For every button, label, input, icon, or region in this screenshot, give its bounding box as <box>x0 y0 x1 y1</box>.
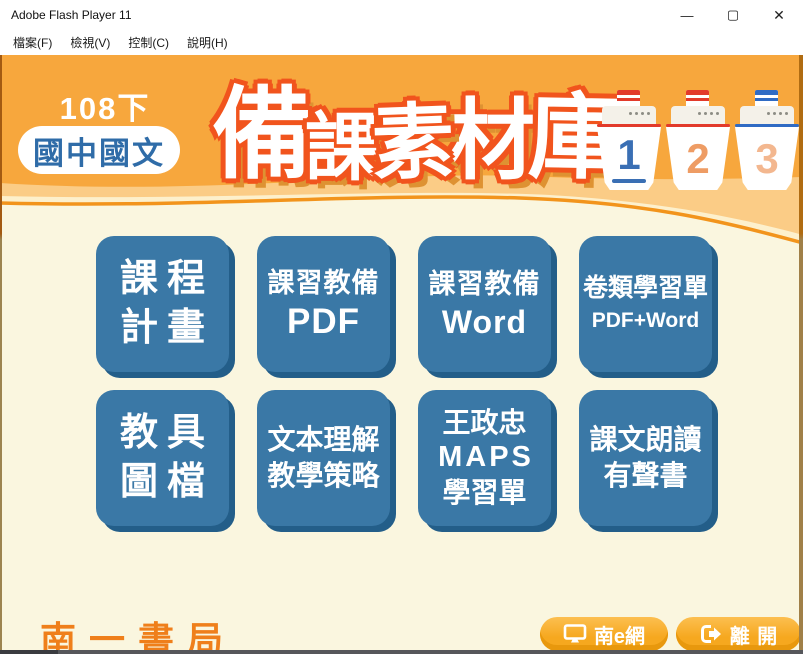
button-audio-book[interactable]: 課文朗讀 有聲書 <box>579 390 712 526</box>
taskbar-sliver <box>0 650 58 654</box>
flash-player-window: Adobe Flash Player 11 — ▢ ✕ 檔案(F) 檢視(V) … <box>0 0 803 654</box>
maximize-button[interactable]: ▢ <box>710 0 756 30</box>
subject-badge: 國中國文 <box>18 126 180 174</box>
button-label: Word <box>442 302 527 342</box>
volume-number: 3 <box>755 138 778 180</box>
menu-help[interactable]: 說明(H) <box>178 31 237 54</box>
menu-file[interactable]: 檔案(F) <box>4 31 61 54</box>
button-text-comprehension[interactable]: 文本理解 教學策略 <box>257 390 390 526</box>
button-label: 課文朗讀 <box>589 422 701 458</box>
button-label: MAPS <box>435 441 534 474</box>
boat-funnel-icon <box>617 90 640 107</box>
button-course-plan[interactable]: 課程 計畫 <box>96 236 229 372</box>
boat-hull: 3 <box>735 127 799 190</box>
button-label: PDF+Word <box>592 305 700 337</box>
window-title: Adobe Flash Player 11 <box>0 8 132 22</box>
boat-funnel-icon <box>686 90 709 107</box>
menu-bar: 檔案(F) 檢視(V) 控制(C) 說明(H) <box>0 30 803 55</box>
boat-stripe <box>735 124 799 127</box>
right-edge-strip <box>799 55 803 650</box>
menu-control[interactable]: 控制(C) <box>119 31 178 54</box>
button-label: 卷類學習單 <box>583 272 708 305</box>
button-label: 教具 <box>111 409 214 458</box>
boat-hull: 2 <box>666 127 730 190</box>
button-label: 計畫 <box>111 304 214 353</box>
monitor-icon <box>563 624 587 644</box>
title-char: 課 <box>305 111 372 185</box>
exit-arrow-icon <box>699 624 723 644</box>
button-label: PDF <box>287 301 360 343</box>
button-exam-worksheets[interactable]: 卷類學習單 PDF+Word <box>579 236 712 372</box>
boat-hull: 1 <box>597 127 661 190</box>
volume-tab-3[interactable]: 3 <box>735 90 799 190</box>
boat-stripe <box>597 124 661 127</box>
close-button[interactable]: ✕ <box>756 0 802 30</box>
nan-e-web-button[interactable]: 南e網 <box>540 617 668 650</box>
button-label: 課程 <box>111 255 214 304</box>
button-label: 課習教備 <box>429 266 541 302</box>
selected-underline <box>612 179 646 183</box>
bottom-window-edge <box>0 650 803 654</box>
boat-cabin-icon <box>602 106 656 124</box>
volume-number: 1 <box>617 134 640 176</box>
title-char: 材 <box>447 97 528 185</box>
button-workbook-pdf[interactable]: 課習教備 PDF <box>257 236 390 372</box>
title-char: 備 <box>212 85 305 185</box>
app-title: 備 課 素 材 庫 <box>212 63 615 185</box>
title-char: 素 <box>371 102 449 187</box>
volume-tab-1[interactable]: 1 <box>597 90 661 190</box>
button-label: 課習教備 <box>268 265 380 301</box>
boat-cabin-icon <box>740 106 794 124</box>
menu-view[interactable]: 檢視(V) <box>61 31 119 54</box>
button-label: 學習單 <box>442 475 526 511</box>
button-label: 王政忠 <box>442 405 526 441</box>
publisher-brand: 南一書局 <box>40 611 236 650</box>
boat-funnel-icon <box>755 90 778 107</box>
button-workbook-word[interactable]: 課習教備 Word <box>418 236 551 372</box>
button-maps-worksheet[interactable]: 王政忠 MAPS 學習單 <box>418 390 551 526</box>
left-edge-strip <box>0 55 2 650</box>
exit-label: 離 開 <box>730 620 779 649</box>
button-label: 文本理解 <box>267 422 379 458</box>
volume-number: 2 <box>686 138 709 180</box>
minimize-button[interactable]: — <box>664 0 710 30</box>
button-label: 有聲書 <box>603 458 687 494</box>
title-bar: Adobe Flash Player 11 — ▢ ✕ <box>0 0 803 30</box>
boat-stripe <box>666 124 730 127</box>
window-controls: — ▢ ✕ <box>664 0 802 30</box>
flash-stage: 108下 國中國文 備 課 素 材 庫 1 <box>0 55 803 650</box>
semester-label: 108下 <box>30 83 180 128</box>
boat-cabin-icon <box>671 106 725 124</box>
button-label: 圖檔 <box>111 458 214 507</box>
volume-tab-2[interactable]: 2 <box>666 90 730 190</box>
nan-e-web-label: 南e網 <box>594 620 645 649</box>
exit-button[interactable]: 離 開 <box>676 617 801 650</box>
button-label: 教學策略 <box>267 458 379 494</box>
button-teaching-aid-images[interactable]: 教具 圖檔 <box>96 390 229 526</box>
